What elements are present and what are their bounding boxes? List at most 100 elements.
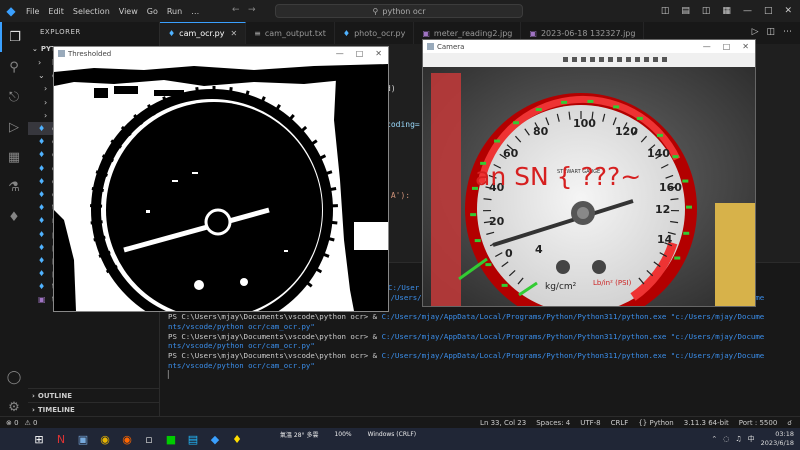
toggle-panel-icon[interactable]: ▤ [681,6,690,16]
errors-count[interactable]: ⊗ 0 [6,419,19,427]
gauge-tick [228,86,233,100]
gauge-tick [90,220,103,225]
terminal-command: nts/vscode/python ocr/cam_ocr.py" [168,360,315,370]
unit-psi: Lb/in² (PSI) [593,279,632,287]
camera-toolbar-icon[interactable] [599,57,604,62]
tab-photo-ocr[interactable]: ♦ photo_ocr.py [335,22,415,44]
layout-controls: ◫ ▤ ◫ ▦ — □ ✕ [661,0,800,22]
camera-toolbar-icon[interactable] [644,57,649,62]
taskbar-strip: 氣溫 28° 多雲 100% Windows (CRLF) [280,429,620,439]
minimize-icon[interactable]: — [743,6,752,16]
menu-go[interactable]: Go [147,7,158,16]
forward-arrow-icon[interactable]: → [248,5,256,15]
account-icon[interactable]: ◯ [0,362,28,392]
taskbar-app-icon[interactable]: ▤ [182,428,204,450]
back-arrow-icon[interactable]: ← [232,5,240,15]
menu-selection[interactable]: Selection [73,7,110,16]
more-actions-icon[interactable]: ⋯ [783,27,792,37]
camera-toolbar-icon[interactable] [581,57,586,62]
run-file-icon[interactable]: ▷ [752,27,759,37]
camera-window[interactable]: Camera — □ ✕ 80 100 120 140 160 60 40 20… [422,39,756,307]
taskbar-app-icon[interactable]: ▣ [72,428,94,450]
gauge-number: 120 [615,125,638,138]
taskbar-app-icon[interactable]: ▫ [138,428,160,450]
toggle-sidebar-icon[interactable]: ◫ [661,6,670,16]
camera-toolbar-icon[interactable] [617,57,622,62]
outline-section[interactable]: › OUTLINE [28,388,160,402]
tab-cam-ocr[interactable]: ♦ cam_ocr.py ✕ [160,22,247,44]
camera-toolbar-icon[interactable] [653,57,658,62]
camera-toolbar-icon[interactable] [662,57,667,62]
explorer-icon[interactable]: ❐ [0,22,28,52]
terminal-command: C:/Users/mjay/AppData/Local/Programs/Pyt… [381,312,765,322]
language-mode[interactable]: {} Python [638,419,673,427]
maximize-icon[interactable]: □ [356,49,364,58]
extensions-icon[interactable]: ▦ [0,142,28,172]
close-icon[interactable]: ✕ [784,6,792,16]
split-editor-icon[interactable]: ◫ [766,27,775,37]
detection-marker [672,155,679,159]
run-debug-icon[interactable]: ▷ [0,112,28,142]
python-taskbar-icon[interactable]: ♦ [226,428,248,450]
testing-icon[interactable]: ⚗ [0,172,28,202]
terminal-line: nts/vscode/python ocr/cam_ocr.py" [168,322,764,332]
menu-edit[interactable]: Edit [48,7,64,16]
menu-file[interactable]: File [26,7,39,16]
chrome-icon[interactable]: ◉ [94,428,116,450]
maximize-icon[interactable]: □ [723,42,731,51]
tray-chevron-icon[interactable]: ⌃ [711,435,717,443]
vscode-logo-icon: ◆ [6,4,16,18]
toggle-secondary-sidebar-icon[interactable]: ◫ [702,6,711,16]
maximize-icon[interactable]: □ [764,6,773,16]
python-file-icon: ♦ [38,269,46,279]
speaker-icon[interactable]: ♫ [735,435,741,443]
camera-toolbar-icon[interactable] [590,57,595,62]
warnings-count[interactable]: ⚠ 0 [25,419,38,427]
taskbar-app-icon[interactable]: N [50,428,72,450]
encoding[interactable]: UTF-8 [580,419,600,427]
clock[interactable]: 03:18 2023/6/18 [761,430,794,448]
camera-toolbar-icon[interactable] [626,57,631,62]
windows-start-icon[interactable]: ⊞ [28,428,50,450]
detection-marker [685,205,692,209]
camera-toolbar-icon[interactable] [635,57,640,62]
menu-more[interactable]: … [191,7,199,16]
terminal-command: C:/Users/mjay/AppData/Local/Programs/Pyt… [381,350,765,360]
close-icon[interactable]: ✕ [375,49,382,58]
line-icon[interactable]: ■ [160,428,182,450]
tab-cam-output[interactable]: ≡ cam_output.txt [246,22,335,44]
firefox-icon[interactable]: ◉ [116,428,138,450]
tab-close-icon[interactable]: ✕ [230,29,237,38]
end-of-line[interactable]: CRLF [611,419,629,427]
camera-toolbar-icon[interactable] [563,57,568,62]
layout-grid-icon[interactable]: ▦ [722,6,731,16]
menu-view[interactable]: View [119,7,138,16]
chevron-right-icon: › [32,405,35,414]
search-activity-icon[interactable]: ⚲ [0,52,28,82]
zoom-text: 100% [334,430,352,438]
indentation[interactable]: Spaces: 4 [536,419,570,427]
window-app-icon [58,50,65,57]
cursor-position[interactable]: Ln 33, Col 23 [480,419,526,427]
command-center-search[interactable]: ⚲ python ocr [275,4,523,18]
vscode-taskbar-icon[interactable]: ◆ [204,428,226,450]
minimize-icon[interactable]: — [703,42,711,51]
python-file-icon: ♦ [38,242,46,252]
close-icon[interactable]: ✕ [742,42,749,51]
camera-toolbar-icon[interactable] [572,57,577,62]
live-server-port[interactable]: Port : 5500 [739,419,778,427]
minimize-icon[interactable]: — [336,49,344,58]
terminal-cursor: ▏ [168,370,173,380]
timeline-section[interactable]: › TIMELINE [28,402,160,416]
menu-run[interactable]: Run [167,7,182,16]
source-control-icon[interactable]: ⎋ [0,82,28,112]
gauge-number: 20 [489,215,505,228]
python-file-icon: ♦ [38,229,46,239]
python-interpreter[interactable]: 3.11.3 64-bit [684,419,729,427]
camera-toolbar-icon[interactable] [608,57,613,62]
network-icon[interactable]: ◌ [723,435,729,443]
notifications-bell-icon[interactable]: ☌ [787,419,792,427]
python-icon[interactable]: ♦ [0,202,28,232]
ime-indicator[interactable]: 中 [748,434,755,444]
thresholded-window[interactable]: Thresholded — □ ✕ [53,46,389,312]
